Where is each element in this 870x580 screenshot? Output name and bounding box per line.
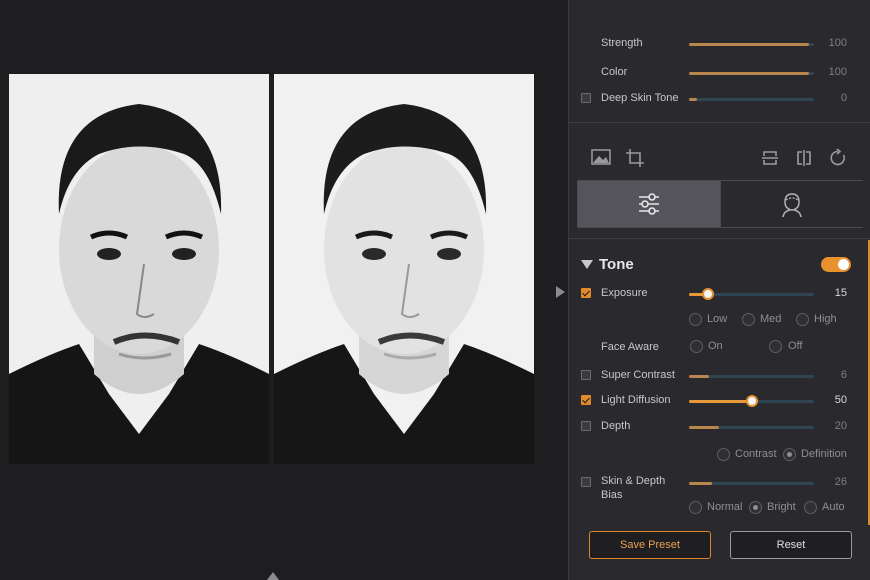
slider-knob[interactable] [745, 395, 758, 407]
face-aware-label: Face Aware [601, 341, 659, 353]
flip-vertical-icon[interactable] [760, 148, 782, 170]
radio-face-aware-on[interactable] [690, 340, 703, 353]
tone-title: Tone [599, 256, 634, 273]
tone-section-header[interactable]: Tone [569, 252, 870, 278]
radio-low[interactable] [689, 313, 702, 326]
exposure-row: Exposure 15 [569, 284, 870, 304]
radio-face-aware-on-label: On [708, 340, 723, 352]
radio-med[interactable] [742, 313, 755, 326]
color-label: Color [601, 66, 628, 78]
depth-checkbox[interactable] [581, 421, 591, 431]
face-aware-row: Face Aware On Off [569, 338, 870, 358]
radio-auto-label: Auto [822, 501, 845, 513]
sliders-icon [639, 193, 659, 215]
radio-bright-label: Bright [767, 501, 796, 513]
skin-depth-bias-checkbox[interactable] [581, 477, 591, 487]
radio-face-aware-off-label: Off [788, 340, 803, 352]
super-contrast-row: Super Contrast 6 [569, 366, 870, 386]
exposure-value: 15 [834, 287, 847, 299]
radio-face-aware-off[interactable] [769, 340, 782, 353]
panel-tabs [577, 180, 863, 228]
crop-icon[interactable] [625, 148, 647, 170]
exposure-level-group: Low Med High [689, 311, 849, 329]
light-diffusion-checkbox[interactable] [581, 395, 591, 405]
tab-portrait[interactable] [720, 181, 863, 227]
depth-mode-group: Contrast Definition [717, 446, 857, 464]
slider-fill [689, 375, 709, 378]
color-slider[interactable] [689, 72, 814, 75]
slider-fill [689, 400, 752, 403]
depth-slider[interactable] [689, 426, 814, 429]
radio-contrast-label: Contrast [735, 448, 777, 460]
super-contrast-value: 6 [840, 369, 847, 381]
light-diffusion-slider[interactable] [689, 395, 814, 407]
adjustments-panel: Strength 100 Color 100 Deep Skin Tone 0 [568, 0, 870, 580]
reset-button[interactable]: Reset [730, 531, 852, 559]
image-canvas [0, 0, 568, 580]
skin-depth-bias-slider[interactable] [689, 482, 814, 485]
skin-depth-bias-label-line1: Skin & Depth [601, 475, 666, 487]
radio-normal[interactable] [689, 501, 702, 514]
slider-fill [689, 43, 809, 46]
depth-label: Depth [601, 420, 631, 432]
deep-skin-tone-checkbox[interactable] [581, 93, 591, 103]
skin-depth-bias-label-line2: Bias [601, 489, 623, 501]
slider-fill [689, 72, 809, 75]
color-value: 100 [828, 66, 847, 78]
super-contrast-label: Super Contrast [601, 369, 675, 381]
depth-value: 20 [834, 420, 847, 432]
radio-auto[interactable] [804, 501, 817, 514]
save-preset-button[interactable]: Save Preset [589, 531, 711, 559]
image-icon[interactable] [591, 148, 613, 170]
radio-high-label: High [814, 313, 837, 325]
exposure-slider[interactable] [689, 288, 814, 300]
collapse-triangle-icon[interactable] [581, 260, 593, 269]
slider-fill [689, 98, 697, 101]
tab-adjustments[interactable] [578, 181, 720, 227]
radio-high[interactable] [796, 313, 809, 326]
radio-contrast[interactable] [717, 448, 730, 461]
radio-low-label: Low [707, 313, 728, 325]
slider-knob[interactable] [701, 288, 714, 300]
slider-fill [689, 482, 712, 485]
expand-panel-arrow-icon[interactable] [556, 286, 565, 298]
radio-definition[interactable] [783, 448, 796, 461]
color-row: Color 100 [569, 63, 870, 83]
divider [569, 122, 870, 123]
light-diffusion-value: 50 [834, 394, 847, 406]
tone-toggle[interactable] [821, 257, 851, 272]
deep-skin-tone-row: Deep Skin Tone 0 [569, 89, 870, 109]
radio-definition-label: Definition [801, 448, 847, 460]
deep-skin-tone-value: 0 [840, 92, 847, 104]
light-diffusion-row: Light Diffusion 50 [569, 391, 870, 411]
exposure-label: Exposure [601, 287, 648, 299]
radio-med-label: Med [760, 313, 782, 325]
tool-bar [569, 148, 870, 174]
radio-normal-label: Normal [707, 501, 743, 513]
light-diffusion-label: Light Diffusion [601, 394, 671, 406]
super-contrast-slider[interactable] [689, 375, 814, 378]
face-portrait-icon [782, 193, 802, 218]
rotate-icon[interactable] [828, 148, 850, 170]
depth-row: Depth 20 [569, 417, 870, 437]
skin-depth-bias-value: 26 [834, 476, 847, 488]
strength-label: Strength [601, 37, 643, 49]
slider-fill [689, 426, 719, 429]
after-photo[interactable] [274, 74, 534, 464]
before-photo[interactable] [9, 74, 269, 464]
deep-skin-tone-slider[interactable] [689, 98, 814, 101]
strength-value: 100 [828, 37, 847, 49]
bias-mode-group: Normal Bright Auto [689, 499, 859, 517]
deep-skin-tone-label: Deep Skin Tone [601, 92, 679, 104]
divider [569, 238, 870, 239]
strength-row: Strength 100 [569, 34, 870, 54]
expand-filmstrip-arrow-icon[interactable] [267, 572, 279, 580]
strength-slider[interactable] [689, 43, 814, 46]
exposure-checkbox[interactable] [581, 288, 591, 298]
flip-horizontal-icon[interactable] [794, 148, 816, 170]
super-contrast-checkbox[interactable] [581, 370, 591, 380]
radio-bright[interactable] [749, 501, 762, 514]
